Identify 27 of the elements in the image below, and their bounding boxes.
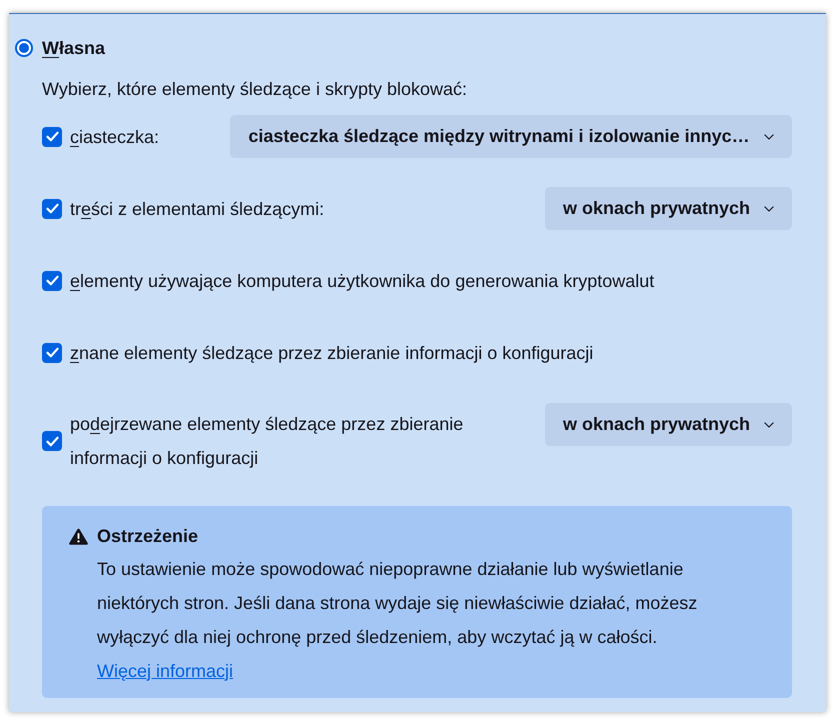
option-label: podejrzewane elementy śledzące przez zbieranie informacji o konfiguracji bbox=[70, 414, 464, 468]
checkbox[interactable] bbox=[42, 342, 62, 362]
warning-icon bbox=[69, 528, 88, 544]
dropdown[interactable]: w oknach prywatnych bbox=[545, 187, 792, 230]
radio-button[interactable] bbox=[15, 39, 33, 57]
option-label: elementy używające komputera użytkownika do generowania kryptowalut bbox=[70, 270, 654, 293]
chevron-down-icon bbox=[764, 206, 774, 212]
option-label: znane elementy śledzące przez zbieranie informacji o konfiguracji bbox=[70, 342, 594, 365]
check-icon bbox=[46, 275, 58, 286]
dropdown[interactable]: ciasteczka śledzące między witrynami i izolowanie innyc… bbox=[230, 115, 792, 158]
instruction-text: Wybierz, które elementy śledzące i skrypty blokować: bbox=[42, 78, 467, 101]
chevron-down-icon bbox=[764, 134, 774, 140]
radio-label: Własna bbox=[42, 36, 106, 60]
chevron-down-icon bbox=[764, 422, 774, 428]
warning-title: Ostrzeżenie bbox=[97, 525, 198, 548]
option-label: ciasteczka: bbox=[70, 126, 160, 148]
check-icon bbox=[46, 436, 58, 446]
checkbox[interactable] bbox=[42, 126, 62, 146]
option-label: treści z elementami śledzącymi: bbox=[70, 198, 324, 218]
check-icon bbox=[46, 347, 58, 358]
dropdown[interactable]: w oknach prywatnych bbox=[545, 403, 792, 446]
check-icon bbox=[46, 131, 58, 142]
checkbox[interactable] bbox=[42, 198, 62, 218]
checkbox[interactable] bbox=[42, 431, 62, 451]
check-icon bbox=[46, 203, 58, 214]
warning-text: To ustawienie może spowodować niepoprawne działanie lub wyświetlanie niektórych stron. Jeśli dana strona wydaje się niewłaściwie działać, możesz wyłączyć dla niej ochronę przed śledzeniem, aby wczytać ją w całości. bbox=[97, 558, 698, 649]
checkbox[interactable] bbox=[42, 270, 62, 290]
